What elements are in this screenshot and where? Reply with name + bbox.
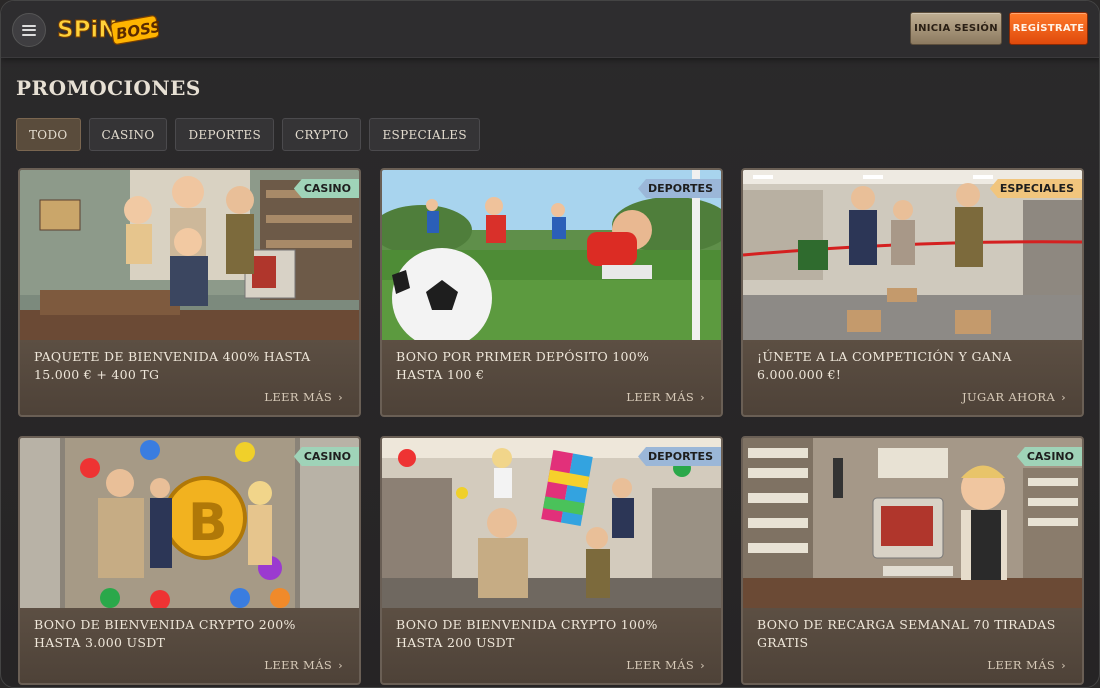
svg-text:SPiN: SPiN: [57, 17, 118, 43]
promo-image-office-race: ESPECIALES: [743, 170, 1082, 340]
read-more-link[interactable]: LEER MÁS ›: [626, 390, 705, 404]
tab-deportes[interactable]: DEPORTES: [175, 118, 274, 151]
app-frame: SPiN BOSS INICIA SESIÓN REGÍSTRATE PROMO…: [0, 0, 1100, 688]
read-more-link[interactable]: LEER MÁS ›: [264, 390, 343, 404]
promo-title: BONO DE BIENVENIDA CRYPTO 100% HASTA 200…: [396, 617, 658, 650]
promo-card[interactable]: ESPECIALES ¡ÚNETE A LA COMPETICIÓN Y GAN…: [741, 168, 1084, 417]
promo-image-slot-desk: CASINO: [743, 438, 1082, 608]
promo-card[interactable]: B CASINO BONO DE BIENVENIDA CRYPTO 200% …: [18, 436, 361, 685]
chevron-right-icon: ›: [1061, 391, 1066, 404]
spin-boss-logo[interactable]: SPiN BOSS: [57, 11, 162, 47]
chevron-right-icon: ›: [700, 659, 705, 672]
promo-title: BONO POR PRIMER DEPÓSITO 100% HASTA 100 …: [396, 349, 650, 382]
page-title: PROMOCIONES: [16, 76, 201, 100]
cta-label: LEER MÁS: [626, 390, 695, 404]
read-more-link[interactable]: LEER MÁS ›: [264, 658, 343, 672]
category-badge: DEPORTES: [638, 447, 721, 466]
promo-image-soccer: DEPORTES: [382, 170, 721, 340]
cta-label: LEER MÁS: [264, 390, 333, 404]
category-badge: CASINO: [293, 447, 359, 466]
promo-card[interactable]: CASINO PAQUETE DE BIENVENIDA 400% HASTA …: [18, 168, 361, 417]
read-more-link[interactable]: LEER MÁS ›: [987, 658, 1066, 672]
category-badge: DEPORTES: [638, 179, 721, 198]
tab-casino[interactable]: CASINO: [88, 118, 168, 151]
promo-title: ¡ÚNETE A LA COMPETICIÓN Y GANA 6.000.000…: [757, 349, 1012, 382]
promo-filter-tabs: TODO CASINO DEPORTES CRYPTO ESPECIALES: [16, 118, 480, 151]
chevron-right-icon: ›: [338, 391, 343, 404]
promo-image-office-team: CASINO: [20, 170, 359, 340]
cta-label: LEER MÁS: [264, 658, 333, 672]
play-now-link[interactable]: JUGAR AHORA ›: [962, 390, 1066, 404]
category-badge: CASINO: [1016, 447, 1082, 466]
chevron-right-icon: ›: [700, 391, 705, 404]
promo-card[interactable]: DEPORTES BONO POR PRIMER DEPÓSITO 100% H…: [380, 168, 723, 417]
cta-label: LEER MÁS: [626, 658, 695, 672]
promo-card[interactable]: CASINO BONO DE RECARGA SEMANAL 70 TIRADA…: [741, 436, 1084, 685]
tab-todo[interactable]: TODO: [16, 118, 81, 151]
menu-button[interactable]: [12, 13, 46, 47]
register-button[interactable]: REGÍSTRATE: [1009, 12, 1088, 45]
promo-title: BONO DE RECARGA SEMANAL 70 TIRADAS GRATI…: [757, 617, 1056, 650]
tab-crypto[interactable]: CRYPTO: [281, 118, 362, 151]
promo-image-pinata-office: DEPORTES: [382, 438, 721, 608]
cta-label: JUGAR AHORA: [961, 390, 1056, 404]
promo-card[interactable]: DEPORTES BONO DE BIENVENIDA CRYPTO 100% …: [380, 436, 723, 685]
tab-especiales[interactable]: ESPECIALES: [369, 118, 480, 151]
login-button[interactable]: INICIA SESIÓN: [910, 12, 1002, 45]
hamburger-menu-icon: [22, 24, 36, 36]
promo-title: PAQUETE DE BIENVENIDA 400% HASTA 15.000 …: [34, 349, 311, 382]
category-badge: ESPECIALES: [989, 179, 1082, 198]
category-badge: CASINO: [293, 179, 359, 198]
svg-text:B: B: [188, 493, 228, 553]
read-more-link[interactable]: LEER MÁS ›: [626, 658, 705, 672]
chevron-right-icon: ›: [1061, 659, 1066, 672]
top-header: SPiN BOSS INICIA SESIÓN REGÍSTRATE: [1, 1, 1099, 58]
cta-label: LEER MÁS: [987, 658, 1056, 672]
promo-title: BONO DE BIENVENIDA CRYPTO 200% HASTA 3.0…: [34, 617, 296, 650]
chevron-right-icon: ›: [338, 659, 343, 672]
promo-image-bitcoin-elevator: B CASINO: [20, 438, 359, 608]
